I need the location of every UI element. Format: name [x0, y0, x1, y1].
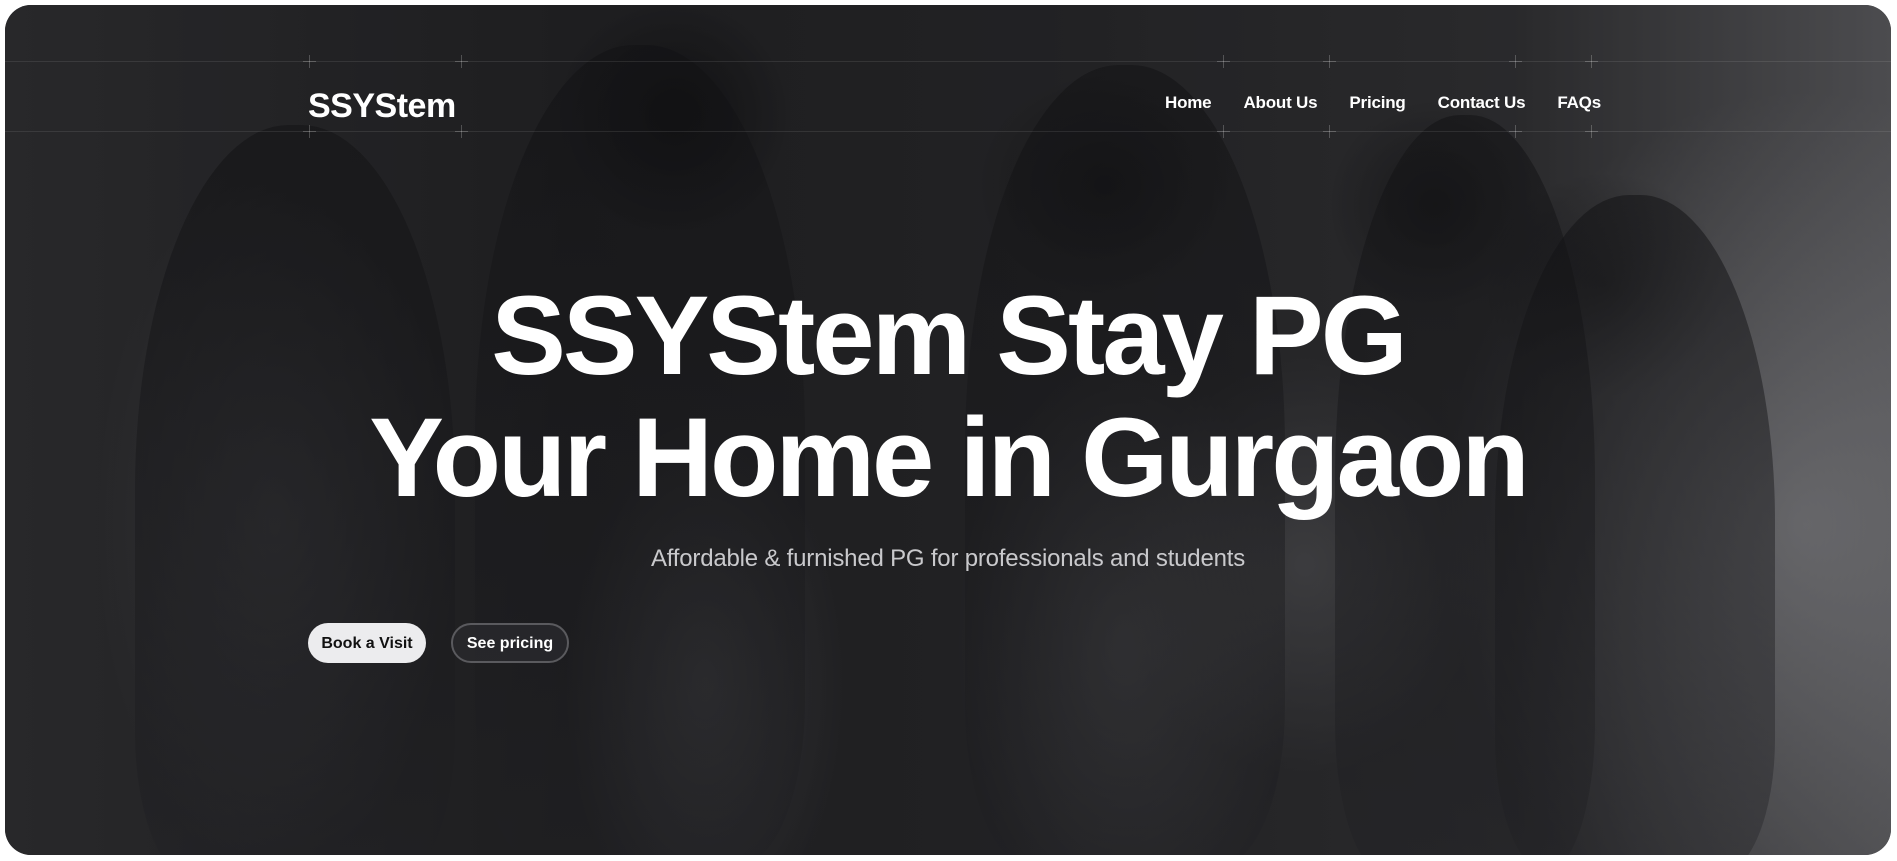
crosshair-marker	[1217, 125, 1230, 138]
nav-link-home[interactable]: Home	[1165, 93, 1212, 113]
header-gridline	[5, 61, 1891, 62]
book-visit-button[interactable]: Book a Visit	[308, 623, 426, 663]
site-logo[interactable]: SSYStem	[308, 87, 456, 126]
crosshair-marker	[1323, 55, 1336, 68]
hero-title-line-2: Your Home in Gurgaon	[369, 395, 1530, 520]
nav-link-contact-us[interactable]: Contact Us	[1438, 93, 1526, 113]
crosshair-marker	[1509, 55, 1522, 68]
crosshair-marker	[1323, 125, 1336, 138]
crosshair-marker	[455, 125, 468, 138]
see-pricing-button[interactable]: See pricing	[451, 623, 569, 663]
header-gridline	[5, 131, 1891, 132]
page-frame: SSYStem Home About Us Pricing Contact Us…	[5, 5, 1891, 855]
crosshair-marker	[1585, 55, 1598, 68]
hero-title-line-1: SSYStem Stay PG	[491, 273, 1408, 398]
crosshair-marker	[455, 55, 468, 68]
crosshair-marker	[1585, 125, 1598, 138]
hero-subtitle: Affordable & furnished PG for profession…	[650, 545, 1246, 572]
crosshair-marker	[1217, 55, 1230, 68]
nav-link-faqs[interactable]: FAQs	[1557, 93, 1601, 113]
crosshair-marker	[303, 125, 316, 138]
crosshair-marker	[1509, 125, 1522, 138]
hero-title: SSYStem Stay PG Your Home in Gurgaon	[5, 275, 1891, 519]
crosshair-marker	[303, 55, 316, 68]
nav-link-pricing[interactable]: Pricing	[1349, 93, 1405, 113]
main-nav: Home About Us Pricing Contact Us FAQs	[1165, 93, 1633, 113]
nav-link-about-us[interactable]: About Us	[1243, 93, 1317, 113]
